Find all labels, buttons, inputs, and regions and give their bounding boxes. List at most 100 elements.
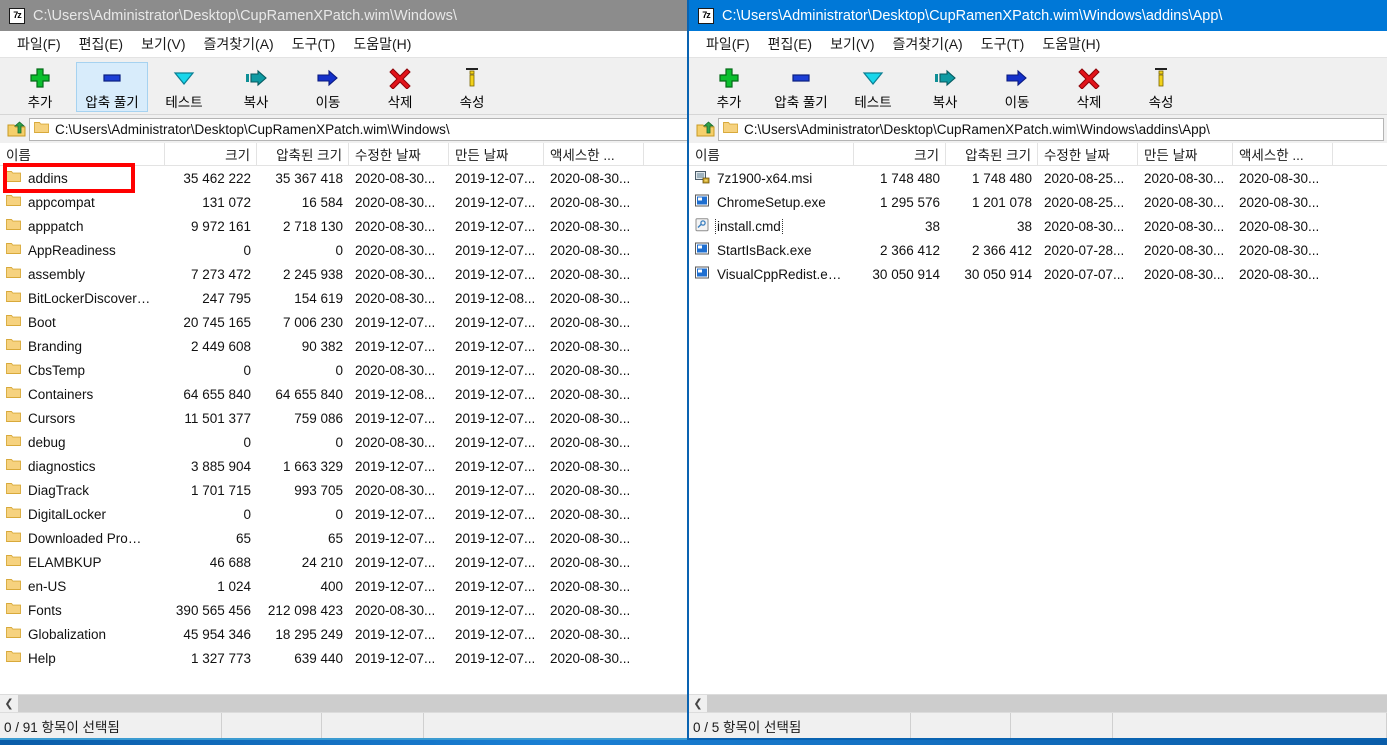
table-row[interactable]: DiagTrack 1 701 715 993 705 2020-08-30... 20… [0, 478, 692, 502]
toolbar-properties-button-left[interactable]: 속성 [436, 62, 508, 112]
column-header-modified-left[interactable]: 수정한 날짜 [349, 143, 449, 165]
menu-file-left[interactable]: 파일(F) [8, 32, 70, 56]
titlebar-left[interactable]: 7z C:\Users\Administrator\Desktop\CupRam… [0, 0, 692, 31]
toolbar-move-label-left: 이동 [315, 95, 341, 110]
column-header-created-right[interactable]: 만든 날짜 [1138, 143, 1233, 165]
toolbar-extract-button-right[interactable]: 압축 풀기 [765, 62, 837, 112]
cell-name: Downloaded Pro… [0, 530, 165, 546]
table-row[interactable]: Branding 2 449 608 90 382 2019-12-07... 2019… [0, 334, 692, 358]
table-row[interactable]: AppReadiness 0 0 2020-08-30... 2019-12-07...… [0, 238, 692, 262]
menubar-right[interactable]: 파일(F) 편집(E) 보기(V) 즐겨찾기(A) 도구(T) 도움말(H) [689, 31, 1387, 58]
column-header-size-left[interactable]: 크기 [165, 143, 257, 165]
menu-edit-right[interactable]: 편집(E) [759, 32, 821, 56]
column-headers-left[interactable]: 이름 크기 압축된 크기 수정한 날짜 만든 날짜 액세스한 ... [0, 143, 692, 166]
file-rows-right[interactable]: 7z1900-x64.msi 1 748 480 1 748 480 2020-08-… [689, 166, 1387, 694]
table-row[interactable]: VisualCppRedist.e… 30 050 914 30 050 914 20… [689, 262, 1387, 286]
table-row[interactable]: CbsTemp 0 0 2020-08-30... 2019-12-07... 2020-… [0, 358, 692, 382]
menu-view-right[interactable]: 보기(V) [821, 32, 883, 56]
column-header-name-right[interactable]: 이름 [689, 143, 854, 165]
toolbar-right[interactable]: 추가 압축 풀기 테스트 복사 이동 삭제 속성 [689, 58, 1387, 115]
toolbar-properties-button-right[interactable]: 속성 [1125, 62, 1197, 112]
scroll-left-arrow-icon-left[interactable]: ❮ [0, 694, 18, 712]
scroll-track-right[interactable] [707, 694, 1387, 712]
seven-zip-window-left[interactable]: 7z C:\Users\Administrator\Desktop\CupRam… [0, 0, 694, 740]
table-row[interactable]: Help 1 327 773 639 440 2019-12-07... 2019-12… [0, 646, 692, 670]
cell-created: 2019-12-07... [455, 242, 536, 258]
horizontal-scrollbar-right[interactable]: ❮ [689, 694, 1387, 712]
cell-modified: 2020-08-30... [355, 242, 436, 258]
column-header-name-left[interactable]: 이름 [0, 143, 165, 165]
table-row[interactable]: install.cmd 38 38 2020-08-30... 2020-08-30..… [689, 214, 1387, 238]
table-row[interactable]: ChromeSetup.exe 1 295 576 1 201 078 2020-08… [689, 190, 1387, 214]
table-row[interactable]: Downloaded Pro… 65 65 2019-12-07... 2019-12-… [0, 526, 692, 550]
table-row[interactable]: Cursors 11 501 377 759 086 2019-12-07... 201… [0, 406, 692, 430]
toolbar-add-label-right: 추가 [716, 95, 742, 110]
column-headers-right[interactable]: 이름 크기 압축된 크기 수정한 날짜 만든 날짜 액세스한 ... [689, 143, 1387, 166]
table-row[interactable]: 7z1900-x64.msi 1 748 480 1 748 480 2020-08-… [689, 166, 1387, 190]
table-row[interactable]: Containers 64 655 840 64 655 840 2019-12-08… [0, 382, 692, 406]
toolbar-delete-button-right[interactable]: 삭제 [1053, 62, 1125, 112]
table-row[interactable]: ELAMBKUP 46 688 24 210 2019-12-07... 2019-12… [0, 550, 692, 574]
titlebar-right[interactable]: 7z C:\Users\Administrator\Desktop\CupRam… [689, 0, 1387, 31]
address-input-right[interactable]: C:\Users\Administrator\Desktop\CupRamenX… [718, 117, 1384, 141]
scroll-track-left[interactable] [18, 694, 692, 712]
toolbar-move-button-left[interactable]: 이동 [292, 62, 364, 112]
scroll-left-arrow-icon-right[interactable]: ❮ [689, 694, 707, 712]
folder-icon [6, 266, 21, 282]
seven-zip-window-right[interactable]: 7z C:\Users\Administrator\Desktop\CupRam… [687, 0, 1387, 740]
cell-name: StartIsBack.exe [689, 242, 854, 259]
menu-help-right[interactable]: 도움말(H) [1033, 32, 1109, 56]
table-row[interactable]: StartIsBack.exe 2 366 412 2 366 412 2020-07… [689, 238, 1387, 262]
toolbar-add-button-left[interactable]: 추가 [4, 62, 76, 112]
toolbar-extract-button-left[interactable]: 압축 풀기 [76, 62, 148, 112]
menu-view-left[interactable]: 보기(V) [132, 32, 194, 56]
table-row[interactable]: assembly 7 273 472 2 245 938 2020-08-30... 2… [0, 262, 692, 286]
cell-name: Help [0, 650, 165, 666]
file-list-left[interactable]: 이름 크기 압축된 크기 수정한 날짜 만든 날짜 액세스한 ... addin… [0, 143, 692, 712]
table-row[interactable]: debug 0 0 2020-08-30... 2019-12-07... 2020-08… [0, 430, 692, 454]
menu-favorites-right[interactable]: 즐겨찾기(A) [884, 32, 972, 56]
column-header-packed-right[interactable]: 압축된 크기 [946, 143, 1038, 165]
menu-tools-left[interactable]: 도구(T) [283, 32, 345, 56]
menu-file-right[interactable]: 파일(F) [697, 32, 759, 56]
menu-favorites-left[interactable]: 즐겨찾기(A) [195, 32, 283, 56]
cell-accessed: 2020-08-30... [550, 554, 631, 570]
cell-accessed: 2020-08-30... [550, 194, 631, 210]
column-header-accessed-left[interactable]: 액세스한 ... [544, 143, 644, 165]
toolbar-test-button-right[interactable]: 테스트 [837, 62, 909, 112]
column-header-size-right[interactable]: 크기 [854, 143, 946, 165]
table-row[interactable]: Globalization 45 954 346 18 295 249 2019-12… [0, 622, 692, 646]
table-row[interactable]: Boot 20 745 165 7 006 230 2019-12-07... 2019… [0, 310, 692, 334]
toolbar-copy-button-right[interactable]: 복사 [909, 62, 981, 112]
horizontal-scrollbar-left[interactable]: ❮ [0, 694, 692, 712]
up-folder-icon-right[interactable] [692, 117, 718, 141]
table-row[interactable]: en-US 1 024 400 2019-12-07... 2019-12-07... 2… [0, 574, 692, 598]
table-row[interactable]: Fonts 390 565 456 212 098 423 2020-08-30...… [0, 598, 692, 622]
addressbar-left[interactable]: C:\Users\Administrator\Desktop\CupRamenX… [0, 115, 692, 143]
toolbar-delete-button-left[interactable]: 삭제 [364, 62, 436, 112]
column-header-modified-right[interactable]: 수정한 날짜 [1038, 143, 1138, 165]
table-row[interactable]: addins 35 462 222 35 367 418 2020-08-30... 2… [0, 166, 692, 190]
file-rows-left[interactable]: addins 35 462 222 35 367 418 2020-08-30... 2… [0, 166, 692, 694]
menu-help-left[interactable]: 도움말(H) [344, 32, 420, 56]
address-input-left[interactable]: C:\Users\Administrator\Desktop\CupRamenX… [29, 117, 689, 141]
toolbar-test-button-left[interactable]: 테스트 [148, 62, 220, 112]
table-row[interactable]: diagnostics 3 885 904 1 663 329 2019-12-07.… [0, 454, 692, 478]
table-row[interactable]: DigitalLocker 0 0 2019-12-07... 2019-12-07..… [0, 502, 692, 526]
toolbar-move-button-right[interactable]: 이동 [981, 62, 1053, 112]
toolbar-copy-button-left[interactable]: 복사 [220, 62, 292, 112]
menubar-left[interactable]: 파일(F) 편집(E) 보기(V) 즐겨찾기(A) 도구(T) 도움말(H) [0, 31, 692, 58]
menu-tools-right[interactable]: 도구(T) [972, 32, 1034, 56]
table-row[interactable]: apppatch 9 972 161 2 718 130 2020-08-30... 2… [0, 214, 692, 238]
column-header-packed-left[interactable]: 압축된 크기 [257, 143, 349, 165]
column-header-created-left[interactable]: 만든 날짜 [449, 143, 544, 165]
up-folder-icon-left[interactable] [3, 117, 29, 141]
table-row[interactable]: BitLockerDiscover… 247 795 154 619 2020-08-… [0, 286, 692, 310]
menu-edit-left[interactable]: 편집(E) [70, 32, 132, 56]
toolbar-add-button-right[interactable]: 추가 [693, 62, 765, 112]
file-list-right[interactable]: 이름 크기 압축된 크기 수정한 날짜 만든 날짜 액세스한 ... 7z190… [689, 143, 1387, 712]
addressbar-right[interactable]: C:\Users\Administrator\Desktop\CupRamenX… [689, 115, 1387, 143]
column-header-accessed-right[interactable]: 액세스한 ... [1233, 143, 1333, 165]
table-row[interactable]: appcompat 131 072 16 584 2020-08-30... 2019-… [0, 190, 692, 214]
toolbar-left[interactable]: 추가 압축 풀기 테스트 복사 이동 삭제 속성 [0, 58, 692, 115]
